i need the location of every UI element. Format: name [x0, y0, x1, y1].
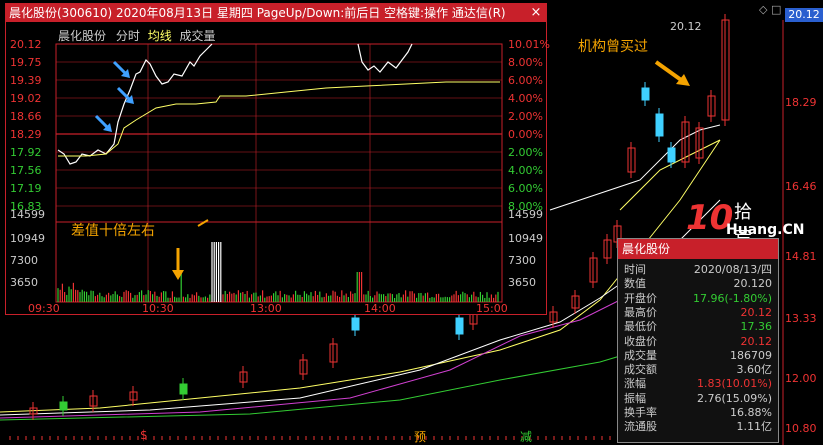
time-tick: 14:00 [364, 302, 396, 315]
price-tick: 20.12 [10, 38, 42, 51]
price-tick: 19.02 [10, 92, 42, 105]
pct-tick: 2.00% [508, 110, 543, 123]
current-price-badge: 20.12 [785, 8, 823, 22]
pct-tick: 8.00% [508, 56, 543, 69]
high-price-label: 20.12 [670, 20, 702, 33]
volume-tick: 7300 [10, 254, 38, 267]
info-row: 开盘价 17.96(-1.80%) [618, 292, 778, 305]
info-value: 2020/08/13/四 [693, 263, 772, 276]
main-annotation: 机构曾买过 [578, 39, 648, 55]
info-value: 17.36 [740, 320, 773, 334]
price-tick: 18.66 [10, 110, 42, 123]
info-row: 收盘价 20.12 [618, 335, 778, 348]
time-tick: 13:00 [250, 302, 282, 315]
info-row: 振幅 2.76(15.09%) [618, 392, 778, 405]
watermark-logo: 10 拾荒网 Huang.CN [686, 198, 805, 275]
info-value: 20.12 [740, 305, 773, 319]
pct-tick: 2.00% [508, 146, 543, 159]
info-key: 涨幅 [624, 377, 646, 391]
marker-forecast[interactable]: 预 [414, 428, 426, 445]
time-tick: 15:00 [476, 302, 508, 315]
info-row: 换手率 16.88% [618, 406, 778, 419]
time-tick: 10:30 [142, 302, 174, 315]
info-row: 成交量 186709 [618, 349, 778, 362]
info-key: 最高价 [624, 305, 657, 319]
info-row: 数值 20.120 [618, 277, 778, 290]
pct-tick: 6.00% [508, 182, 543, 195]
price-line-late [357, 43, 413, 73]
volume-tick: 10949 [10, 232, 45, 245]
volume-tick: 14599 [508, 208, 543, 221]
pct-tick: 6.00% [508, 74, 543, 87]
volume-tick: 14599 [10, 208, 45, 221]
info-value: 17.96(-1.80%) [693, 291, 772, 305]
price-tick: 17.56 [10, 164, 42, 177]
pct-tick: 10.01% [508, 38, 550, 51]
info-value: 1.11亿 [736, 420, 773, 434]
info-key: 流通股 [624, 420, 657, 434]
popup-annotation: 差值十倍左右 [71, 223, 155, 239]
info-row: 流通股 1.11亿 [618, 420, 778, 433]
volume-tick: 10949 [508, 232, 543, 245]
info-key: 收盘价 [624, 334, 657, 348]
orange-arrow-icon [654, 60, 686, 84]
candle-body [667, 147, 676, 163]
price-tick: 19.39 [10, 74, 42, 87]
orange-arrow-head-icon [172, 270, 184, 280]
main-price-tick: 18.29 [785, 96, 817, 109]
info-value: 2.76(15.09%) [696, 391, 772, 405]
info-key: 成交量 [624, 348, 657, 362]
info-value: 186709 [730, 348, 772, 362]
info-value: 16.88% [730, 406, 772, 419]
info-key: 时间 [624, 263, 646, 276]
price-tick: 19.75 [10, 56, 42, 69]
square-icon[interactable]: □ [771, 3, 781, 16]
info-key: 成交额 [624, 363, 657, 377]
info-value: 3.60亿 [736, 363, 773, 377]
info-key: 振幅 [624, 391, 646, 405]
candle-body [655, 113, 664, 137]
pct-tick: 4.00% [508, 164, 543, 177]
info-value: 20.120 [733, 277, 773, 291]
info-value: 20.12 [740, 334, 773, 348]
price-tick: 17.92 [10, 146, 42, 159]
pct-tick: 4.00% [508, 92, 543, 105]
volume-tick: 7300 [508, 254, 536, 267]
price-tick: 17.19 [10, 182, 42, 195]
info-row: 时间 2020/08/13/四 [618, 263, 778, 276]
candle-body [351, 317, 360, 331]
candle-body [641, 87, 650, 101]
price-tick: 18.29 [10, 128, 42, 141]
marker-dollar[interactable]: $ [140, 428, 148, 442]
time-tick: 09:30 [28, 302, 60, 315]
info-key: 换手率 [624, 406, 657, 419]
info-key: 最低价 [624, 320, 657, 334]
info-title: 晨化股份 [618, 239, 778, 259]
main-price-tick: 14.81 [785, 250, 817, 263]
info-value: 1.83(10.01%) [696, 377, 772, 391]
intraday-chart [55, 43, 503, 303]
info-row: 成交额 3.60亿 [618, 363, 778, 376]
info-row: 最低价 17.36 [618, 320, 778, 333]
main-price-tick: 12.00 [785, 372, 817, 385]
main-price-tick: 16.46 [785, 180, 817, 193]
candle-body [455, 317, 464, 335]
candle-body [179, 383, 188, 395]
info-row: 最高价 20.12 [618, 306, 778, 319]
volume-tick: 3650 [10, 276, 38, 289]
info-key: 数值 [624, 277, 646, 291]
intraday-popup[interactable]: 晨化股份(300610) 2020年08月13日 星期四 PageUp/Down… [5, 3, 550, 315]
info-row: 涨幅 1.83(10.01%) [618, 377, 778, 390]
candle-body [59, 401, 68, 411]
main-price-tick: 13.33 [785, 312, 817, 325]
info-panel: 晨化股份 时间 2020/08/13/四数值 20.120 开盘价 17.96(-1.8… [617, 238, 779, 443]
marker-reduce[interactable]: 减 [520, 428, 532, 445]
diamond-icon[interactable]: ◇ [759, 3, 767, 16]
volume-tick: 3650 [508, 276, 536, 289]
info-key: 开盘价 [624, 291, 657, 305]
orange-pointer-icon [197, 219, 209, 227]
main-price-tick: 10.80 [785, 422, 817, 435]
pct-tick: 0.00% [508, 128, 543, 141]
